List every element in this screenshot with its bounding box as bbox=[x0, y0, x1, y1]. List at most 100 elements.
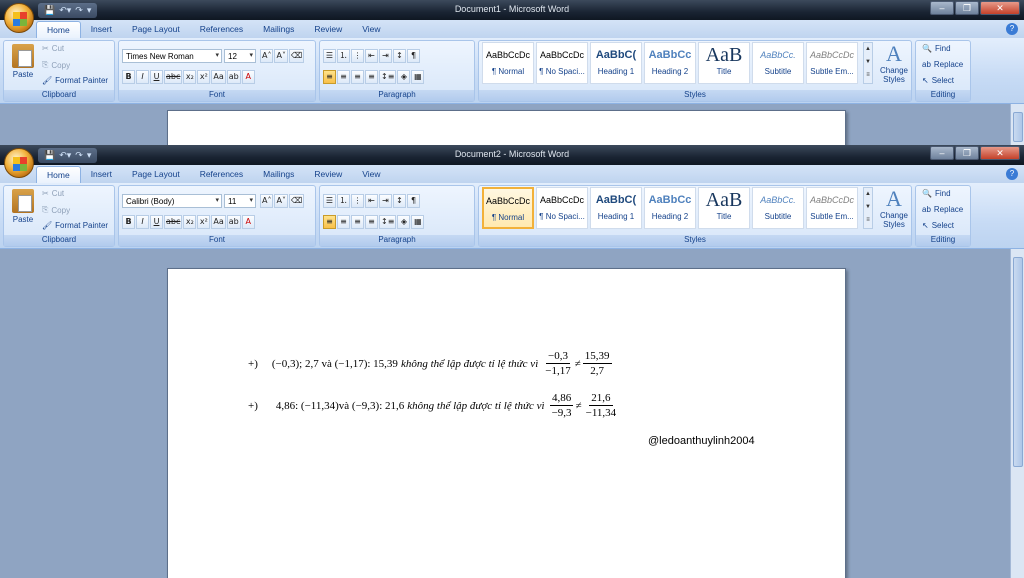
shrink-font-button[interactable]: A˅ bbox=[274, 49, 288, 63]
tab-view[interactable]: View bbox=[352, 166, 390, 183]
shrink-font-button[interactable]: A˅ bbox=[274, 194, 288, 208]
superscript-button[interactable]: x² bbox=[197, 70, 211, 84]
save-icon[interactable]: 💾 bbox=[44, 5, 55, 16]
change-case-button[interactable]: Aa bbox=[211, 70, 226, 84]
clear-formatting-button[interactable]: ⌫ bbox=[288, 49, 305, 63]
highlight-button[interactable]: ab bbox=[226, 70, 241, 84]
tab-insert[interactable]: Insert bbox=[81, 21, 122, 38]
shading-button[interactable]: ◈ bbox=[397, 215, 411, 229]
help-icon[interactable]: ? bbox=[1006, 168, 1018, 180]
decrease-indent-button[interactable]: ⇤ bbox=[365, 49, 378, 63]
document-page[interactable]: +) (−0,3); 2,7 và (−1,17): 15,39 không t… bbox=[167, 268, 846, 578]
change-styles-button[interactable]: A Change Styles bbox=[876, 187, 912, 230]
tab-references[interactable]: References bbox=[190, 21, 253, 38]
font-color-button[interactable]: A bbox=[241, 215, 255, 229]
scroll-thumb[interactable] bbox=[1013, 112, 1023, 142]
undo-icon[interactable]: ↶▾ bbox=[59, 5, 71, 16]
numbering-button[interactable]: ⒈ bbox=[337, 194, 350, 208]
show-marks-button[interactable]: ¶ bbox=[407, 49, 420, 63]
customize-qat-icon[interactable]: ▾ bbox=[87, 5, 92, 16]
sort-button[interactable]: ↕ bbox=[393, 194, 406, 208]
styles-scroll[interactable]: ▲ ▼ ≡ bbox=[863, 187, 873, 229]
style-subtitle[interactable]: AaBbCc. Subtitle bbox=[752, 42, 804, 84]
undo-icon[interactable]: ↶▾ bbox=[59, 150, 71, 161]
justify-button[interactable]: ≡ bbox=[365, 215, 378, 229]
save-icon[interactable]: 💾 bbox=[44, 150, 55, 161]
bold-button[interactable]: B bbox=[122, 215, 135, 229]
numbering-button[interactable]: ⒈ bbox=[337, 49, 350, 63]
align-right-button[interactable]: ≡ bbox=[351, 215, 364, 229]
line-spacing-button[interactable]: ↕≡ bbox=[379, 70, 397, 84]
style-subtle-emphasis[interactable]: AaBbCcDc Subtle Em... bbox=[806, 42, 858, 84]
align-left-button[interactable]: ≡ bbox=[323, 70, 336, 84]
customize-qat-icon[interactable]: ▾ bbox=[87, 150, 92, 161]
borders-button[interactable]: ▦ bbox=[411, 70, 425, 84]
superscript-button[interactable]: x² bbox=[197, 215, 211, 229]
maximize-button[interactable]: ❐ bbox=[955, 146, 979, 160]
style-no-spacing[interactable]: AaBbCcDc ¶ No Spaci... bbox=[536, 187, 588, 229]
style-title[interactable]: AaB Title bbox=[698, 42, 750, 84]
strikethrough-button[interactable]: abc bbox=[164, 70, 183, 84]
style-no-spacing[interactable]: AaBbCcDc ¶ No Spaci... bbox=[536, 42, 588, 84]
help-icon[interactable]: ? bbox=[1006, 23, 1018, 35]
increase-indent-button[interactable]: ⇥ bbox=[379, 194, 392, 208]
select-button[interactable]: ↖ Select bbox=[922, 76, 954, 85]
bold-button[interactable]: B bbox=[122, 70, 135, 84]
justify-button[interactable]: ≡ bbox=[365, 70, 378, 84]
center-button[interactable]: ≡ bbox=[337, 215, 350, 229]
style-normal[interactable]: AaBbCcDc ¶ Normal bbox=[482, 187, 534, 229]
bullets-button[interactable]: ☰ bbox=[323, 49, 336, 63]
office-button[interactable] bbox=[4, 148, 34, 178]
tab-home[interactable]: Home bbox=[36, 166, 81, 183]
maximize-button[interactable]: ❐ bbox=[955, 1, 979, 15]
tab-mailings[interactable]: Mailings bbox=[253, 166, 304, 183]
font-size-select[interactable]: 12 bbox=[224, 49, 256, 63]
paste-button[interactable]: Paste bbox=[8, 44, 38, 79]
copy-button[interactable]: ⎘ Copy bbox=[42, 60, 70, 70]
copy-button[interactable]: ⎘ Copy bbox=[42, 205, 70, 215]
sort-button[interactable]: ↕ bbox=[393, 49, 406, 63]
grow-font-button[interactable]: A˄ bbox=[260, 194, 274, 208]
format-painter-button[interactable]: 🖌 Format Painter bbox=[42, 76, 108, 85]
minimize-button[interactable]: – bbox=[930, 1, 954, 15]
increase-indent-button[interactable]: ⇥ bbox=[379, 49, 392, 63]
format-painter-button[interactable]: 🖌 Format Painter bbox=[42, 221, 108, 230]
style-subtitle[interactable]: AaBbCc. Subtitle bbox=[752, 187, 804, 229]
close-button[interactable]: ✕ bbox=[980, 1, 1020, 15]
show-marks-button[interactable]: ¶ bbox=[407, 194, 420, 208]
tab-view[interactable]: View bbox=[352, 21, 390, 38]
multilevel-list-button[interactable]: ⋮ bbox=[351, 49, 364, 63]
vertical-scrollbar[interactable] bbox=[1010, 249, 1024, 578]
tab-review[interactable]: Review bbox=[304, 166, 352, 183]
redo-icon[interactable]: ↷ bbox=[75, 150, 83, 161]
align-left-button[interactable]: ≡ bbox=[323, 215, 336, 229]
underline-button[interactable]: U bbox=[150, 70, 163, 84]
italic-button[interactable]: I bbox=[136, 70, 149, 84]
redo-icon[interactable]: ↷ bbox=[75, 5, 83, 16]
find-button[interactable]: 🔍 Find bbox=[922, 189, 951, 198]
clear-formatting-button[interactable]: ⌫ bbox=[288, 194, 305, 208]
grow-font-button[interactable]: A˄ bbox=[260, 49, 274, 63]
strikethrough-button[interactable]: abc bbox=[164, 215, 183, 229]
subscript-button[interactable]: x₂ bbox=[183, 70, 197, 84]
scroll-thumb[interactable] bbox=[1013, 257, 1023, 467]
change-case-button[interactable]: Aa bbox=[211, 215, 226, 229]
tab-review[interactable]: Review bbox=[304, 21, 352, 38]
style-heading-1[interactable]: AaBbC(Heading 1 bbox=[590, 42, 642, 84]
center-button[interactable]: ≡ bbox=[337, 70, 350, 84]
shading-button[interactable]: ◈ bbox=[397, 70, 411, 84]
cut-button[interactable]: ✂ Cut bbox=[42, 189, 64, 198]
tab-mailings[interactable]: Mailings bbox=[253, 21, 304, 38]
minimize-button[interactable]: – bbox=[930, 146, 954, 160]
tab-home[interactable]: Home bbox=[36, 21, 81, 38]
font-name-select[interactable]: Times New Roman bbox=[122, 49, 222, 63]
font-name-select[interactable]: Calibri (Body) bbox=[122, 194, 222, 208]
replace-button[interactable]: ab Replace bbox=[922, 60, 963, 69]
find-button[interactable]: 🔍 Find bbox=[922, 44, 951, 53]
vertical-scrollbar[interactable] bbox=[1010, 104, 1024, 145]
align-right-button[interactable]: ≡ bbox=[351, 70, 364, 84]
bullets-button[interactable]: ☰ bbox=[323, 194, 336, 208]
office-button[interactable] bbox=[4, 3, 34, 33]
highlight-button[interactable]: ab bbox=[226, 215, 241, 229]
cut-button[interactable]: ✂ Cut bbox=[42, 44, 64, 53]
